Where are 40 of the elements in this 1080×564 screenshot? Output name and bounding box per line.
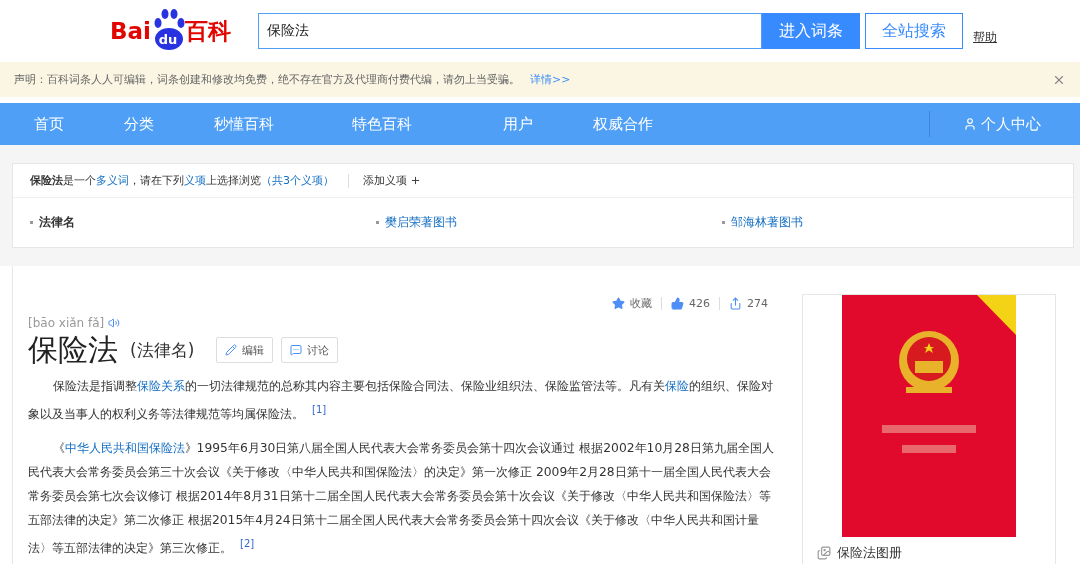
pencil-icon	[225, 344, 238, 356]
sense-item[interactable]: 法律名	[30, 214, 376, 231]
search-field[interactable]: 保险法	[258, 13, 762, 49]
reference-link[interactable]: [2]	[240, 538, 255, 550]
enter-entry-button[interactable]: 进入词条	[762, 13, 860, 49]
album-icon	[817, 546, 831, 560]
paragraph: 保险法是指调整保险关系的一切法律规范的总称其内容主要包括保险合同法、保险业组织法、保险监管法等。凡有关保险的组织、保险对象以及当事人的权利义务等法律规范等均属保险法。 $^{[1]}$	[28, 378, 774, 424]
like-button[interactable]: 426	[661, 296, 719, 310]
sense-item[interactable]: 邹海林著图书	[722, 214, 1073, 231]
text-link[interactable]: 保险关系	[136, 379, 185, 393]
reference-link[interactable]: [1]	[312, 404, 327, 415]
polysemant-text: 保险法是一个多义词，请在下列义项上选择浏览（共3个义项）	[30, 173, 334, 188]
edit-button[interactable]: 编辑	[216, 337, 274, 363]
details-link[interactable]: 详情>>	[530, 72, 571, 87]
user-icon	[963, 117, 977, 131]
notice-text: 声明：百科词条人人可编辑，词条创建和修改均免费，绝不存在官方及代理商付费代编，请勿上当受骗。	[14, 72, 520, 87]
text-link[interactable]: 保险	[664, 379, 689, 393]
text-link[interactable]: （共3个义项）	[261, 174, 334, 187]
star-icon	[612, 296, 625, 310]
album-link[interactable]: 保险法图册	[817, 544, 902, 562]
entry-title: 保险法	[28, 332, 118, 368]
text-link[interactable]: 中华人民共和国保险法	[64, 441, 185, 456]
thumbs-up-icon	[671, 296, 684, 310]
share-button[interactable]: 274	[719, 296, 777, 310]
add-item-link[interactable]: 添加义项	[363, 173, 421, 188]
paragraph: 《中华人民共和国保险法》1995年6月30日第八届全国人民代表大会常务委员会第十四次会议通过 根据2002年10月28日第九届全国人民代表大会常务委员会第三十次会议《关于修改〈中华人民共和国保险法〉的决定》第一次修正 2009年2月28日第十一届全国人民代表大会常务委员会第七次会议修订 根据2014年8月31日第十二届全国人民代表大会常务委员会第十次会议《关于修改〈中华人民共和国保险法〉等五部法律的决定》第二次修正 根据2015年4月24日第十二届全国人民代表大会常务委员会第十四次会议《关于修改〈中华人民共和国计量法〉等五部法律的决定》第三次修正。 $^{[2]}$	[28, 440, 775, 558]
site-search-button[interactable]: 全站搜索	[865, 13, 963, 49]
share-icon	[729, 296, 742, 310]
speaker-icon[interactable]	[108, 317, 121, 329]
entry-subtitle: (法律名)	[130, 338, 195, 362]
text-link[interactable]: 义项	[184, 174, 206, 187]
pinyin-text: [bāo xiǎn fǎ]	[28, 316, 105, 330]
favorite-button[interactable]: 收藏	[603, 295, 661, 311]
message-icon	[290, 344, 303, 356]
help-link[interactable]: 帮助	[973, 28, 997, 46]
plus-icon	[410, 175, 421, 186]
discuss-button[interactable]: 讨论	[281, 337, 339, 363]
text-link[interactable]: 多义词	[96, 174, 129, 187]
logo[interactable]: Bai du 百科	[110, 9, 258, 53]
sense-item[interactable]: 樊启荣著图书	[376, 214, 722, 231]
